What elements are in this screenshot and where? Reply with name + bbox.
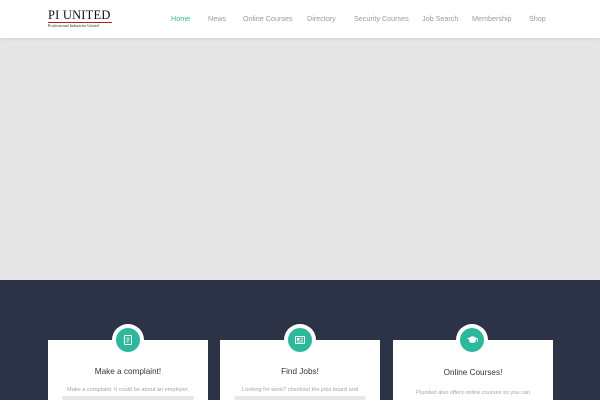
card-text-faded-line (234, 396, 366, 400)
card-text: PIunited also offers online courses so y… (415, 390, 531, 396)
hero-banner (0, 38, 600, 280)
notebook-icon (116, 328, 140, 352)
complaint-icon-badge (112, 324, 144, 356)
card-text-faded-line (62, 396, 194, 400)
nav-item-news[interactable]: News (208, 14, 226, 24)
graduation-cap-icon (460, 328, 484, 352)
nav-item-online-courses[interactable]: Online Courses (243, 14, 293, 24)
newspaper-icon (288, 328, 312, 352)
nav-item-security-courses[interactable]: Security Courses (354, 14, 409, 24)
card-title: Online Courses! (443, 368, 503, 377)
card-title: Find Jobs! (281, 367, 319, 376)
nav-item-home[interactable]: Home (171, 14, 190, 24)
nav-item-directory[interactable]: Directory (307, 14, 336, 24)
jobs-icon-badge (284, 324, 316, 356)
card-text: Make a complaint. It could be about an e… (67, 387, 189, 393)
main-nav: Home News Online Courses Directory Secur… (0, 0, 600, 38)
courses-icon-badge (456, 324, 488, 356)
nav-item-shop[interactable]: Shop (529, 14, 546, 24)
site-header: PI UNITED Professional Industries United… (0, 0, 600, 38)
nav-item-job-search[interactable]: Job Search (422, 14, 458, 24)
card-text: Looking for work? checkout the jobs boar… (242, 387, 358, 393)
nav-item-membership[interactable]: Membership (472, 14, 512, 24)
card-title: Make a complaint! (94, 367, 162, 376)
